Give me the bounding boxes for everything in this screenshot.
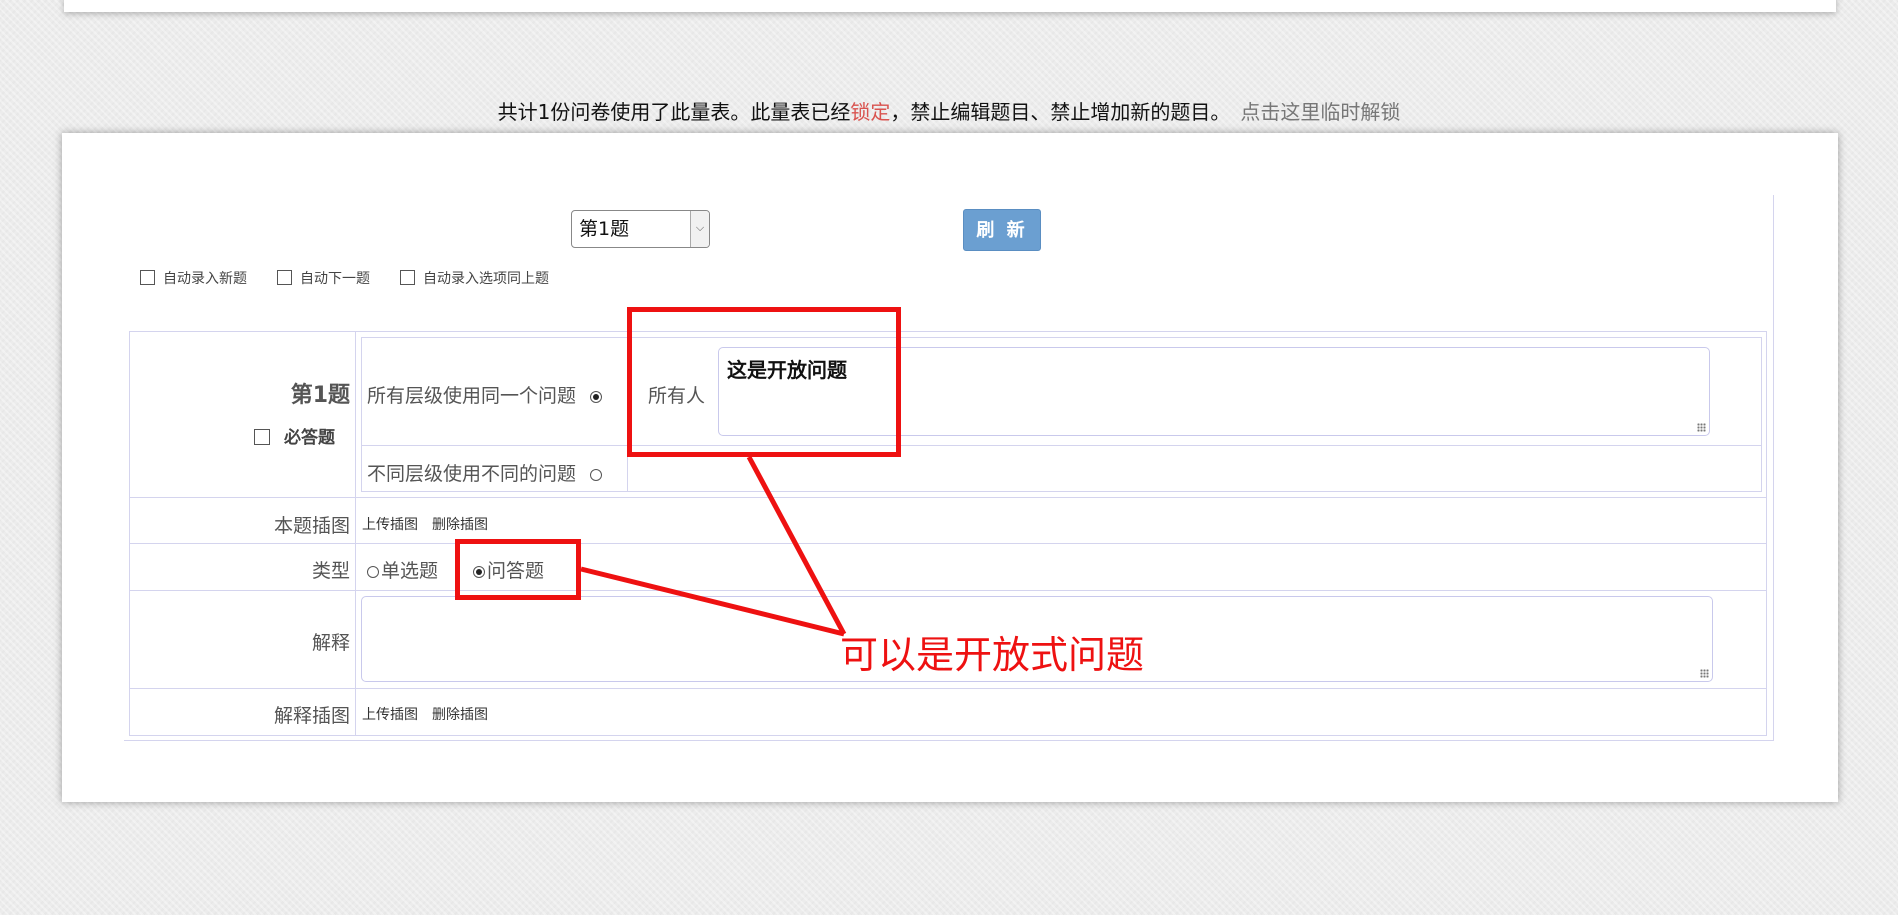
annotation-arrows [580, 455, 847, 637]
annotation-line-top [746, 455, 847, 636]
annotation-text: 可以是开放式问题 [840, 633, 1145, 677]
annotation-line-left [580, 566, 845, 637]
